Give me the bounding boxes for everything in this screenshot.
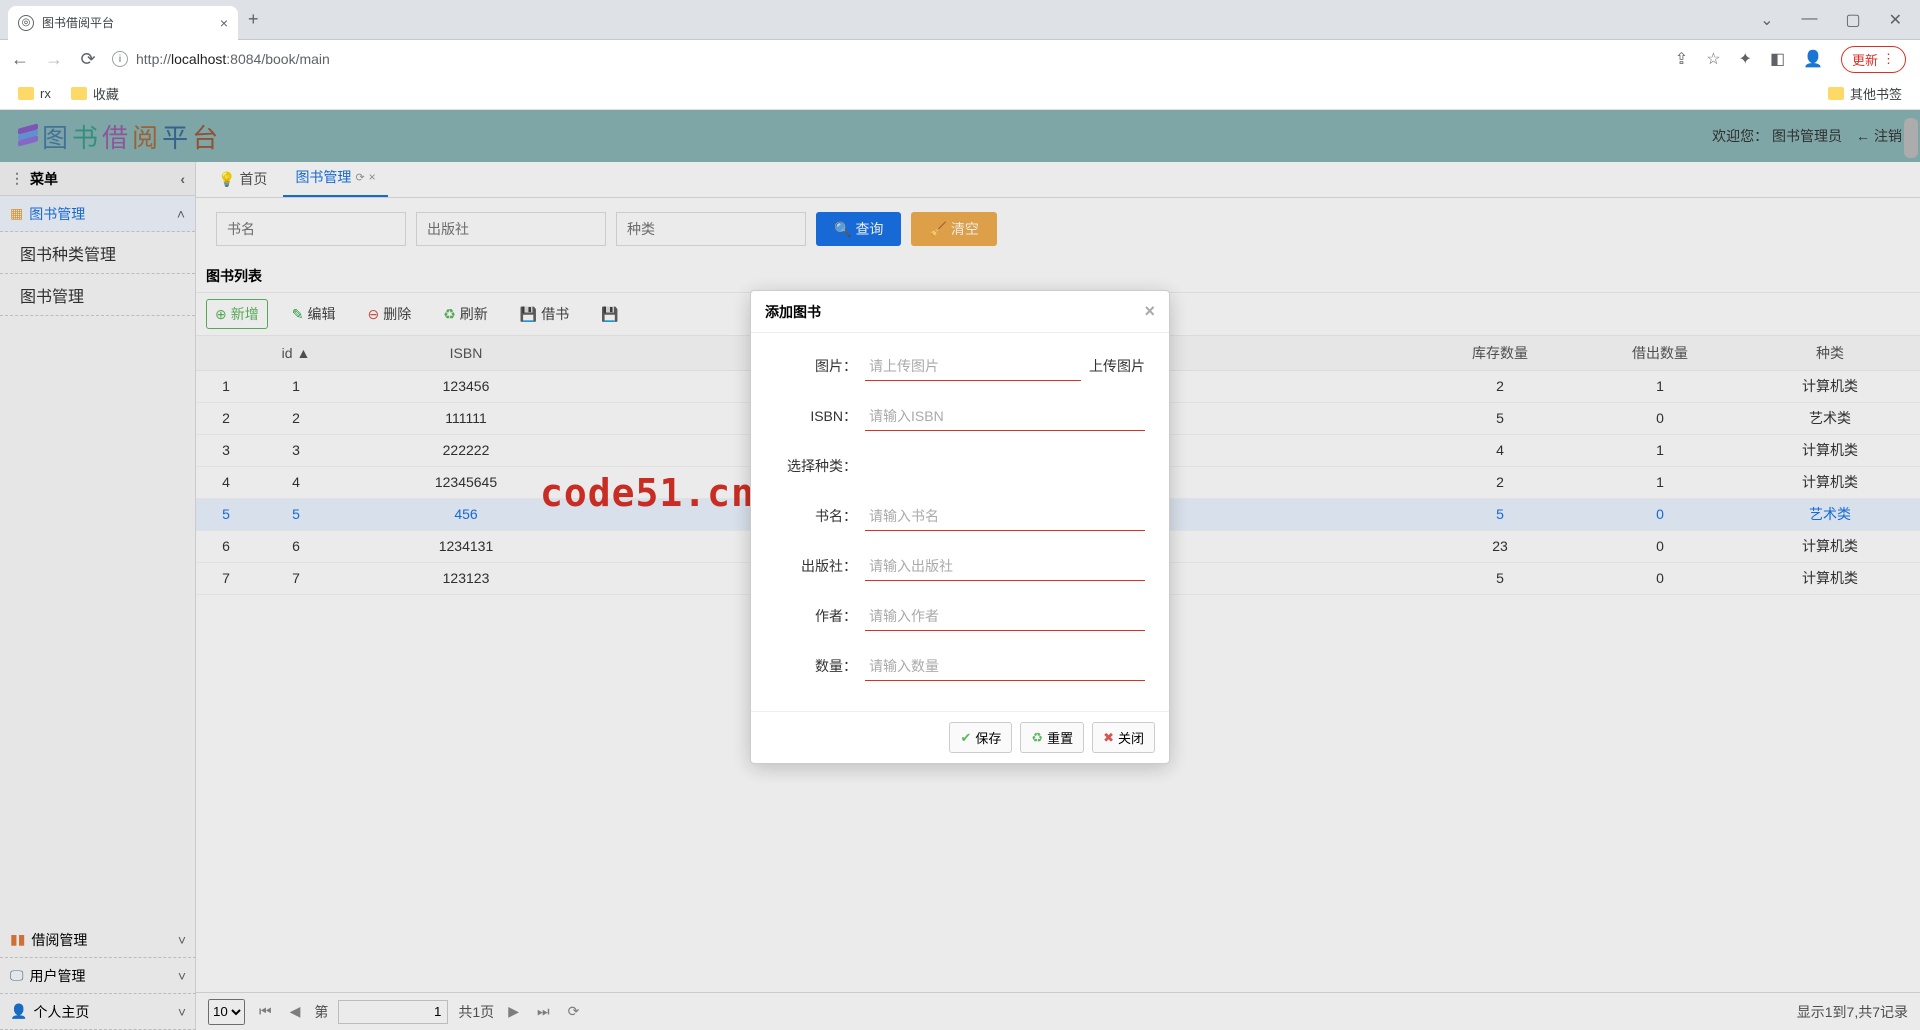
- globe-icon: ◎: [18, 15, 34, 31]
- close-button[interactable]: ✖关闭: [1092, 722, 1155, 753]
- label-isbn: ISBN：: [775, 406, 865, 426]
- profile-icon[interactable]: 👤: [1803, 49, 1823, 69]
- close-window-icon[interactable]: ✕: [1889, 10, 1902, 30]
- site-info-icon[interactable]: i: [112, 51, 128, 67]
- isbn-input[interactable]: [865, 401, 1145, 431]
- folder-icon: [18, 87, 34, 100]
- save-button[interactable]: ✔保存: [949, 722, 1012, 753]
- tab-close-icon[interactable]: ×: [220, 15, 228, 31]
- image-input[interactable]: [865, 351, 1081, 381]
- label-qty: 数量：: [775, 656, 865, 676]
- publisher-input[interactable]: [865, 551, 1145, 581]
- modal-overlay: 添加图书 × 图片：上传图片 ISBN： 选择种类： 书名： 出版社： 作者： …: [0, 110, 1920, 1030]
- forward-icon[interactable]: →: [44, 49, 64, 70]
- modal-header: 添加图书 ×: [751, 291, 1169, 333]
- reload-icon[interactable]: ⟳: [78, 49, 98, 70]
- browser-tab[interactable]: ◎ 图书借阅平台 ×: [8, 6, 238, 40]
- category-select[interactable]: [865, 451, 1145, 481]
- back-icon[interactable]: ←: [10, 49, 30, 70]
- recycle-icon: ♻: [1031, 730, 1043, 746]
- chevron-down-icon[interactable]: ⌄: [1760, 10, 1773, 30]
- check-icon: ✔: [960, 730, 971, 746]
- qty-input[interactable]: [865, 651, 1145, 681]
- minimize-icon[interactable]: ―: [1801, 10, 1817, 30]
- bookmark-rx[interactable]: rx: [18, 86, 51, 101]
- modal-close-icon[interactable]: ×: [1144, 301, 1155, 322]
- url-input[interactable]: i http://localhost:8084/book/main: [112, 51, 1661, 67]
- author-input[interactable]: [865, 601, 1145, 631]
- upload-button[interactable]: 上传图片: [1089, 356, 1145, 376]
- update-button[interactable]: 更新⋮: [1841, 46, 1906, 73]
- label-author: 作者：: [775, 606, 865, 626]
- label-image: 图片：: [775, 356, 865, 376]
- bookmarks-bar: rx 收藏 其他书签: [0, 78, 1920, 110]
- folder-icon: [1828, 87, 1844, 100]
- modal-title: 添加图书: [765, 302, 821, 322]
- label-name: 书名：: [775, 506, 865, 526]
- folder-icon: [71, 87, 87, 100]
- maximize-icon[interactable]: ▢: [1845, 10, 1860, 30]
- window-controls: ⌄ ― ▢ ✕: [1760, 10, 1920, 30]
- x-icon: ✖: [1103, 730, 1114, 746]
- url-text: http://localhost:8084/book/main: [136, 51, 330, 67]
- bookmark-favorites[interactable]: 收藏: [71, 84, 119, 103]
- new-tab-button[interactable]: +: [248, 9, 259, 30]
- label-publisher: 出版社：: [775, 556, 865, 576]
- add-book-modal: 添加图书 × 图片：上传图片 ISBN： 选择种类： 书名： 出版社： 作者： …: [750, 290, 1170, 764]
- tab-title: 图书借阅平台: [42, 14, 114, 31]
- extensions-icon[interactable]: ✦: [1739, 49, 1752, 69]
- name-input[interactable]: [865, 501, 1145, 531]
- browser-tab-strip: ◎ 图书借阅平台 × + ⌄ ― ▢ ✕: [0, 0, 1920, 40]
- address-bar: ← → ⟳ i http://localhost:8084/book/main …: [0, 40, 1920, 78]
- sidepanel-icon[interactable]: ◧: [1770, 49, 1785, 69]
- label-category: 选择种类：: [775, 456, 865, 476]
- other-bookmarks[interactable]: 其他书签: [1828, 84, 1902, 103]
- share-icon[interactable]: ⇪: [1675, 49, 1688, 69]
- reset-button[interactable]: ♻重置: [1020, 722, 1084, 753]
- star-icon[interactable]: ☆: [1706, 49, 1720, 69]
